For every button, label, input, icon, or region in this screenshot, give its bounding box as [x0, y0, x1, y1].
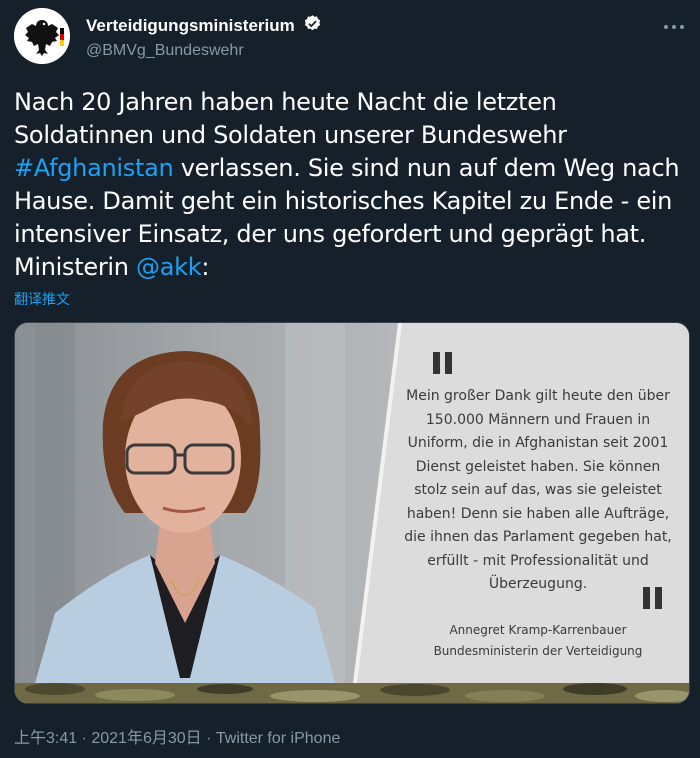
translate-tweet-link[interactable]: 翻译推文 — [14, 289, 70, 309]
quote-text: Mein großer Dank gilt heute den über 150… — [404, 388, 672, 592]
tweet-timestamp[interactable]: 上午3:41 · 2021年6月30日 · Twitter for iPhone — [14, 724, 340, 748]
tweet-text-part3: : — [201, 253, 210, 281]
quote-open-icon — [433, 352, 452, 374]
more-options-icon[interactable] — [662, 16, 686, 36]
attribution-title: Bundesministerin der Verteidigung — [433, 644, 643, 658]
display-name[interactable]: Verteidigungsministerium — [86, 16, 295, 36]
tweet-text-part1: Nach 20 Jahren haben heute Nacht die let… — [14, 88, 567, 149]
quote-attribution: Annegret Kramp-Karrenbauer Bundesministe… — [398, 620, 678, 662]
attribution-name: Annegret Kramp-Karrenbauer — [449, 623, 627, 637]
mention-link[interactable]: @akk — [136, 253, 202, 281]
tweet-text: Nach 20 Jahren haben heute Nacht die let… — [14, 86, 694, 284]
eagle-logo-icon — [14, 8, 70, 64]
camouflage-band — [15, 683, 689, 703]
avatar[interactable] — [14, 8, 70, 64]
hashtag-link[interactable]: #Afghanistan — [14, 154, 174, 182]
tweet-header: Verteidigungsministerium @BMVg_Bundesweh… — [14, 8, 686, 64]
account-names: Verteidigungsministerium @BMVg_Bundesweh… — [86, 14, 322, 60]
quote-close-icon — [643, 587, 662, 609]
verified-badge-icon — [303, 14, 322, 38]
account-handle[interactable]: @BMVg_Bundeswehr — [86, 42, 322, 60]
